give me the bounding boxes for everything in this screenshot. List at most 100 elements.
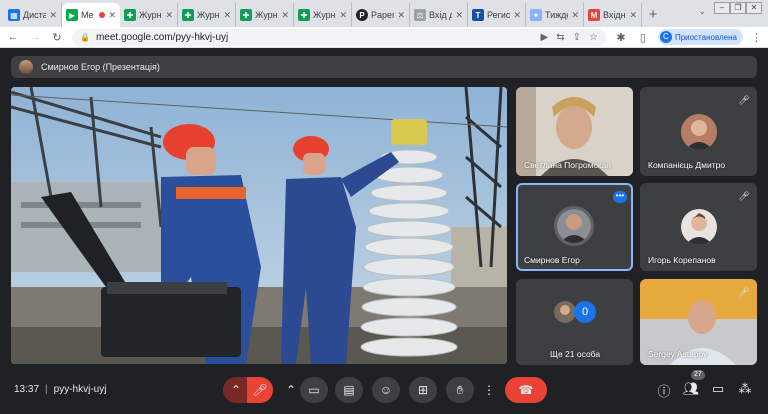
tab-7[interactable]: ⚖ Вхід д ✕: [410, 3, 468, 27]
participant-tile[interactable]: 🎤︎ Игорь Корепанов: [640, 183, 757, 271]
close-icon[interactable]: ✕: [223, 10, 231, 21]
close-icon[interactable]: ✕: [571, 10, 579, 21]
forward-icon[interactable]: →: [28, 31, 42, 43]
captions-button[interactable]: ▤: [335, 377, 363, 403]
close-icon[interactable]: ✕: [513, 10, 521, 21]
participant-tile-active[interactable]: ••• Смирнов Егор: [516, 183, 633, 271]
close-icon[interactable]: ✕: [455, 10, 463, 21]
avatar: [554, 206, 594, 246]
tab-6[interactable]: P Paperl ✕: [352, 3, 410, 27]
browser-menu-icon[interactable]: ⋮: [751, 31, 762, 44]
tab-2[interactable]: ✚ Журн ✕: [120, 3, 178, 27]
close-icon[interactable]: ✕: [49, 10, 57, 21]
meeting-code: pyy-hkvj-uyj: [53, 384, 107, 395]
minimize-icon[interactable]: –: [714, 2, 730, 14]
people-icon[interactable]: 👥︎: [682, 381, 700, 397]
tab-9[interactable]: ✦ Тиждє ✕: [526, 3, 584, 27]
restore-icon[interactable]: ❐: [730, 2, 746, 14]
participant-name: Sergey Astapov: [648, 349, 708, 359]
people-count-badge: 27: [691, 370, 705, 380]
presenter-label: Смирнов Егор (Презентація): [41, 62, 160, 72]
hang-up-icon: ☎︎: [518, 383, 534, 397]
url-text: meet.google.com/pyy-hkvj-uyj: [95, 31, 229, 43]
presentation-banner: Смирнов Егор (Презентація): [11, 56, 757, 78]
tab-4[interactable]: ✚ Журн ✕: [236, 3, 294, 27]
classroom-icon: ✚: [124, 9, 136, 21]
url-field[interactable]: 🔒 meet.google.com/pyy-hkvj-uyj ▶ ⇆ ⇪ ☆: [72, 28, 606, 46]
paperless-icon: P: [356, 9, 368, 21]
participant-name: Компанієць Дмитро: [648, 160, 726, 170]
participant-name: Смирнов Егор: [524, 255, 580, 265]
bookmark-star-icon[interactable]: ☆: [589, 32, 598, 43]
camera-permission-icon[interactable]: ▶: [540, 32, 548, 43]
tab-10[interactable]: M Вхідні ✕: [584, 3, 642, 27]
t-icon: T: [472, 9, 484, 21]
avatar: [554, 301, 576, 323]
avatar: [681, 209, 717, 245]
mic-toggle-button[interactable]: 🎤︎: [247, 377, 273, 403]
close-icon[interactable]: ✕: [397, 10, 405, 21]
meeting-details: 13:37 | pyy-hkvj-uyj: [14, 384, 107, 395]
meeting-info-icon[interactable]: ⓘ: [655, 381, 673, 400]
participant-tile[interactable]: Светлана Погромская: [516, 87, 633, 176]
gmail-icon: M: [588, 9, 600, 21]
lock-icon[interactable]: 🔒: [80, 33, 90, 42]
close-icon[interactable]: ✕: [108, 10, 116, 21]
mic-off-icon: 🎤︎: [252, 383, 268, 397]
spark-icon: ✦: [530, 9, 542, 21]
close-icon[interactable]: ✕: [339, 10, 347, 21]
meeting-time: 13:37: [14, 384, 40, 395]
tab-8[interactable]: TРегист✕: [468, 3, 526, 27]
close-icon[interactable]: ✕: [629, 10, 637, 21]
more-options-button[interactable]: ⋮: [479, 377, 499, 403]
tab-0[interactable]: ▦ Диста ✕: [4, 3, 62, 27]
activities-icon[interactable]: ⁂: [736, 381, 754, 397]
more-options-icon[interactable]: •••: [613, 191, 627, 203]
tab-5[interactable]: ✚ Журн ✕: [294, 3, 352, 27]
side-panel-icon[interactable]: ▯: [636, 31, 650, 44]
translate-icon[interactable]: ⇆: [556, 32, 564, 43]
raise-hand-button[interactable]: ✋︎: [446, 377, 474, 403]
tab-strip: ▦ Диста ✕ ▶ Me ✕ ✚ Журн ✕ ✚ Журн ✕ ✚ Журн ✕ ✚ Журн ✕…: [0, 0, 768, 27]
chat-icon[interactable]: ▭: [709, 381, 727, 397]
video-options-button[interactable]: ⌃: [281, 377, 301, 403]
profile-button[interactable]: C Приостановлена: [657, 29, 743, 45]
hidden-count-badge: 0: [574, 301, 596, 323]
mic-off-icon: 🎤︎: [738, 191, 750, 201]
scales-icon: ⚖: [414, 9, 426, 21]
avatar: C: [659, 31, 672, 43]
new-tab-button[interactable]: +: [642, 3, 664, 27]
tab-search-icon[interactable]: ⌄: [698, 6, 706, 17]
avatar: [19, 60, 33, 74]
more-participants-label: Ще 21 особа: [550, 349, 601, 359]
back-icon[interactable]: ←: [6, 31, 20, 43]
mic-off-icon: 🎤︎: [738, 95, 750, 105]
address-bar: ← → ↻ 🔒 meet.google.com/pyy-hkvj-uyj ▶ ⇆…: [0, 27, 768, 48]
close-icon[interactable]: ✕: [165, 10, 173, 21]
more-participants-tile[interactable]: 0 Ще 21 особа: [516, 279, 633, 365]
camera-toggle-button[interactable]: ▭: [300, 377, 328, 403]
share-icon[interactable]: ⇪: [573, 32, 581, 43]
classroom-icon: ✚: [298, 9, 310, 21]
extensions-icon[interactable]: ✱: [614, 31, 628, 44]
participant-tile[interactable]: 🎤︎ Sergey Astapov: [640, 279, 757, 365]
participant-name: Светлана Погромская: [524, 160, 611, 170]
reload-icon[interactable]: ↻: [50, 31, 64, 44]
tab-1-active[interactable]: ▶ Me ✕: [62, 3, 120, 27]
tab-3[interactable]: ✚ Журн ✕: [178, 3, 236, 27]
hand-icon: ✋︎: [456, 382, 464, 397]
more-vert-icon: ⋮: [483, 383, 495, 397]
leave-call-button[interactable]: ☎︎: [505, 377, 547, 403]
classroom-icon: ✚: [240, 9, 252, 21]
close-window-icon[interactable]: ✕: [746, 2, 762, 14]
participant-tile[interactable]: 🎤︎ Компанієць Дмитро: [640, 87, 757, 176]
close-icon[interactable]: ✕: [281, 10, 289, 21]
presentation-stage: [11, 87, 507, 364]
classroom-icon: ✚: [182, 9, 194, 21]
chevron-up-icon: ⌃: [285, 383, 297, 397]
reactions-button[interactable]: ☺: [372, 377, 400, 403]
audio-options-button[interactable]: ⌃: [223, 377, 249, 403]
recording-dot-icon: [99, 12, 106, 18]
present-button[interactable]: ⊞: [409, 377, 437, 403]
meet-icon: ▶: [66, 9, 78, 21]
